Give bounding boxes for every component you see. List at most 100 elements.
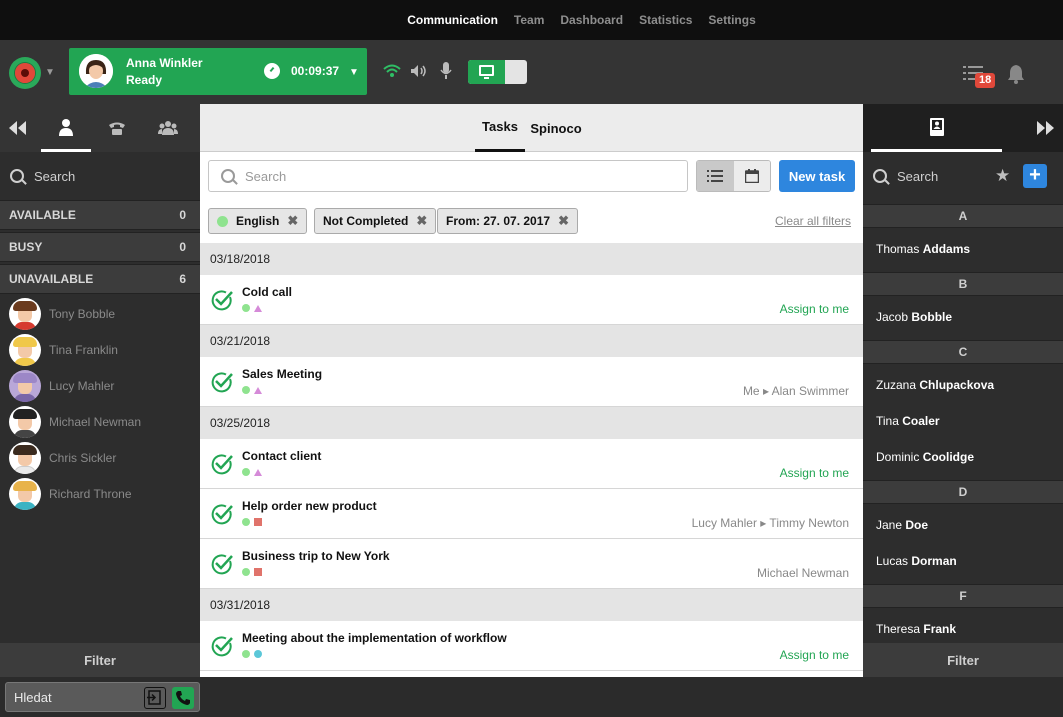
nav-dashboard[interactable]: Dashboard bbox=[560, 13, 623, 27]
check-circle-icon[interactable] bbox=[210, 552, 234, 576]
assign-to-me-link[interactable]: Assign to me bbox=[780, 648, 849, 662]
task-row[interactable]: Contact client Assign to me bbox=[200, 439, 863, 489]
microphone-icon[interactable] bbox=[440, 62, 452, 80]
assign-to-me-link[interactable]: Assign to me bbox=[780, 466, 849, 480]
remove-filter-icon[interactable]: ✖ bbox=[416, 213, 427, 229]
contact-item[interactable]: Jacob Bobble bbox=[876, 310, 952, 324]
dialer-input[interactable]: Hledat bbox=[14, 690, 52, 705]
status-dropdown-icon[interactable]: ▼ bbox=[349, 67, 359, 78]
list-view-icon[interactable] bbox=[697, 161, 734, 191]
check-circle-icon[interactable] bbox=[210, 634, 234, 658]
header-bar: ▼ Anna Winkler Ready 00:09:37 ▼ bbox=[0, 40, 1063, 104]
contact-item[interactable]: Lucas Dorman bbox=[876, 554, 957, 568]
left-filter-button[interactable]: Filter bbox=[0, 643, 200, 677]
tab-contacts[interactable] bbox=[41, 104, 91, 152]
star-icon[interactable]: ★ bbox=[995, 166, 1010, 186]
task-row[interactable]: Meeting about the implementation of work… bbox=[200, 621, 863, 671]
contact-item[interactable]: Theresa Frank bbox=[876, 622, 956, 636]
letter-header: B bbox=[863, 272, 1063, 296]
task-assignee: Lucy Mahler ▸ Timmy Newton bbox=[691, 516, 849, 530]
contact-item[interactable]: Tina Coaler bbox=[876, 414, 940, 428]
contact-item[interactable]: Jane Doe bbox=[876, 518, 928, 532]
chip-label: Not Completed bbox=[323, 214, 409, 228]
left-search-input[interactable]: Search bbox=[34, 169, 75, 184]
person-icon bbox=[59, 118, 73, 136]
tab-phonebook[interactable] bbox=[871, 104, 1002, 152]
first-name: Jane bbox=[876, 518, 903, 532]
contact-item[interactable]: Dominic Coolidge bbox=[876, 450, 974, 464]
dialer: Hledat bbox=[5, 682, 200, 712]
contact-item[interactable]: Tina Franklin bbox=[0, 332, 200, 368]
task-title: Cold call bbox=[242, 285, 293, 299]
nav-communication[interactable]: Communication bbox=[407, 13, 498, 27]
group-unavailable[interactable]: UNAVAILABLE 6 bbox=[0, 264, 200, 294]
contact-item[interactable]: Richard Throne bbox=[0, 476, 200, 512]
contact-name: Tony Bobble bbox=[49, 307, 116, 321]
task-row[interactable]: Business trip to New York Michael Newman bbox=[200, 539, 863, 589]
group-available[interactable]: AVAILABLE 0 bbox=[0, 200, 200, 230]
right-search[interactable]: Search bbox=[873, 152, 993, 200]
filter-chip-status[interactable]: Not Completed ✖ bbox=[314, 208, 437, 234]
assign-to-me-link[interactable]: Assign to me bbox=[780, 302, 849, 316]
group-label: BUSY bbox=[9, 240, 43, 254]
record-button[interactable] bbox=[9, 57, 41, 89]
contact-item[interactable]: Thomas Addams bbox=[876, 242, 970, 256]
check-circle-icon[interactable] bbox=[210, 452, 234, 476]
date-header: 03/25/2018 bbox=[200, 407, 863, 439]
remove-filter-icon[interactable]: ✖ bbox=[287, 213, 298, 229]
nav-team[interactable]: Team bbox=[514, 13, 544, 27]
collapse-left-icon[interactable] bbox=[0, 104, 33, 152]
new-task-button[interactable]: New task bbox=[779, 160, 855, 192]
bell-icon[interactable] bbox=[1007, 64, 1025, 84]
call-button[interactable] bbox=[172, 687, 194, 709]
telephone-icon bbox=[109, 122, 125, 135]
clock-icon bbox=[264, 63, 280, 79]
nav-statistics[interactable]: Statistics bbox=[639, 13, 692, 27]
contact-item[interactable]: Tony Bobble bbox=[0, 296, 200, 332]
footer-bar: Hledat bbox=[0, 677, 1063, 717]
contact-item[interactable]: Michael Newman bbox=[0, 404, 200, 440]
tasks-count-badge: 18 bbox=[975, 73, 996, 88]
task-row[interactable]: Help order new product Lucy Mahler ▸ Tim… bbox=[200, 489, 863, 539]
tab-tasks[interactable]: Tasks bbox=[475, 104, 525, 152]
contact-name: Lucy Mahler bbox=[49, 379, 115, 393]
group-count: 0 bbox=[179, 240, 186, 254]
contact-name: Tina Franklin bbox=[49, 343, 118, 357]
tab-groups[interactable] bbox=[147, 104, 189, 152]
transfer-icon[interactable] bbox=[144, 687, 166, 709]
contact-item[interactable]: Chris Sickler bbox=[0, 440, 200, 476]
last-name: Chlupackova bbox=[919, 378, 995, 392]
agent-status: Ready bbox=[126, 73, 163, 87]
task-row[interactable]: Sales Meeting Me ▸ Alan Swimmer bbox=[200, 357, 863, 407]
volume-icon[interactable] bbox=[410, 64, 428, 78]
filter-chip-language[interactable]: English ✖ bbox=[208, 208, 308, 234]
contact-item[interactable]: Zuzana Chlupackova bbox=[876, 378, 994, 392]
group-busy[interactable]: BUSY 0 bbox=[0, 232, 200, 262]
left-panel: Search AVAILABLE 0 BUSY 0 UNAVAILABLE 6 … bbox=[0, 104, 200, 677]
check-circle-icon[interactable] bbox=[210, 288, 234, 312]
tab-phone[interactable] bbox=[97, 104, 137, 152]
tab-spinoco[interactable]: Spinoco bbox=[530, 104, 582, 152]
add-contact-button[interactable]: + bbox=[1023, 164, 1047, 188]
right-search-input[interactable]: Search bbox=[897, 169, 938, 184]
left-tabs bbox=[0, 104, 200, 152]
record-dropdown-icon[interactable]: ▼ bbox=[45, 67, 55, 78]
task-search-input[interactable]: Search bbox=[245, 169, 286, 184]
screen-share-toggle[interactable] bbox=[468, 60, 527, 84]
left-search[interactable]: Search bbox=[10, 152, 190, 200]
clear-all-filters-link[interactable]: Clear all filters bbox=[775, 214, 851, 228]
nav-settings[interactable]: Settings bbox=[708, 13, 755, 27]
check-circle-icon[interactable] bbox=[210, 370, 234, 394]
task-row[interactable]: Cold call Assign to me bbox=[200, 275, 863, 325]
remove-filter-icon[interactable]: ✖ bbox=[558, 213, 569, 229]
agent-status-card[interactable]: Anna Winkler Ready 00:09:37 ▼ bbox=[69, 48, 367, 95]
contact-name: Chris Sickler bbox=[49, 451, 117, 465]
contact-item[interactable]: Lucy Mahler bbox=[0, 368, 200, 404]
calendar-view-icon[interactable] bbox=[733, 161, 770, 191]
check-circle-icon[interactable] bbox=[210, 502, 234, 526]
filter-chip-date[interactable]: From: 27. 07. 2017 ✖ bbox=[437, 208, 578, 234]
task-search-field[interactable]: Search bbox=[208, 160, 688, 192]
expand-right-icon[interactable] bbox=[1028, 104, 1063, 152]
right-tabs bbox=[863, 104, 1063, 152]
right-filter-button[interactable]: Filter bbox=[863, 643, 1063, 677]
